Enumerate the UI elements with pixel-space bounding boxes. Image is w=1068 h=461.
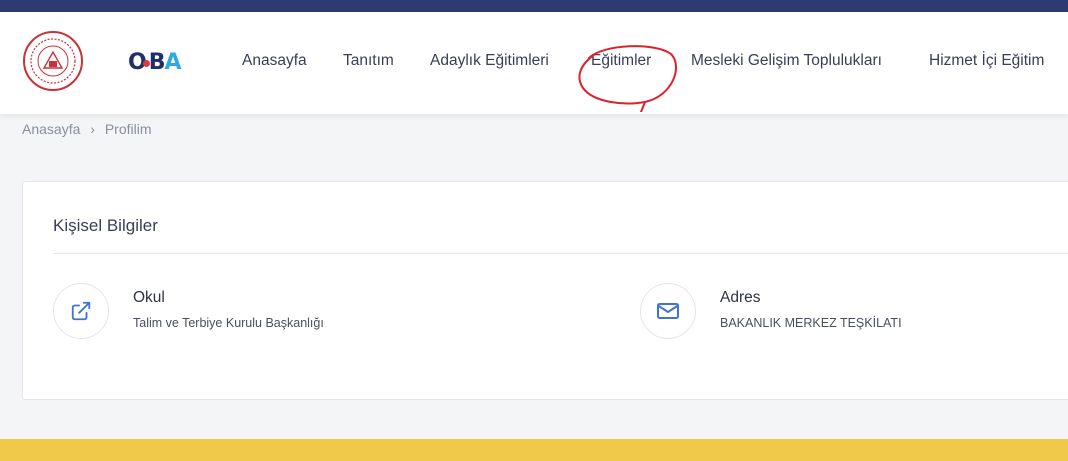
info-item-adres: Adres BAKANLIK MERKEZ TEŞKİLATI <box>640 283 1060 343</box>
envelope-icon[interactable] <box>640 283 696 339</box>
nav-item-adaylik-egitimleri[interactable]: Adaylık Eğitimleri <box>430 52 549 70</box>
card-divider <box>53 253 1068 254</box>
breadcrumb: Anasayfa › Profilim <box>22 121 152 137</box>
site-header: O B A Anasayfa Tanıtım Adaylık Eğitimler… <box>0 12 1068 114</box>
personal-info-card: Kişisel Bilgiler Okul Talim ve Terbiye K… <box>22 181 1068 400</box>
breadcrumb-current: Profilim <box>104 121 152 137</box>
nav-item-tanitim[interactable]: Tanıtım <box>343 52 394 70</box>
nav-item-egitimler[interactable]: Eğitimler <box>591 52 651 70</box>
breadcrumb-separator: › <box>90 121 95 137</box>
info-label-okul: Okul <box>133 289 165 306</box>
breadcrumb-home[interactable]: Anasayfa <box>22 121 80 137</box>
nav-item-hizmet-ici-egitim[interactable]: Hizmet İçi Eğitim <box>929 52 1044 70</box>
info-label-adres: Adres <box>720 289 761 306</box>
nav-item-anasayfa[interactable]: Anasayfa <box>242 52 307 70</box>
info-value-okul: Talim ve Terbiye Kurulu Başkanlığı <box>133 316 324 330</box>
info-value-adres: BAKANLIK MERKEZ TEŞKİLATI <box>720 316 902 330</box>
external-link-icon[interactable] <box>53 283 109 339</box>
nav-item-mesleki-gelisim-topluluklari[interactable]: Mesleki Gelişim Toplulukları <box>691 52 882 70</box>
footer-bar <box>0 439 1068 461</box>
main-navigation: Anasayfa Tanıtım Adaylık Eğitimleri Eğit… <box>0 12 1068 114</box>
info-item-okul: Okul Talim ve Terbiye Kurulu Başkanlığı <box>53 283 573 343</box>
card-title: Kişisel Bilgiler <box>53 216 158 235</box>
top-accent-bar <box>0 0 1068 12</box>
